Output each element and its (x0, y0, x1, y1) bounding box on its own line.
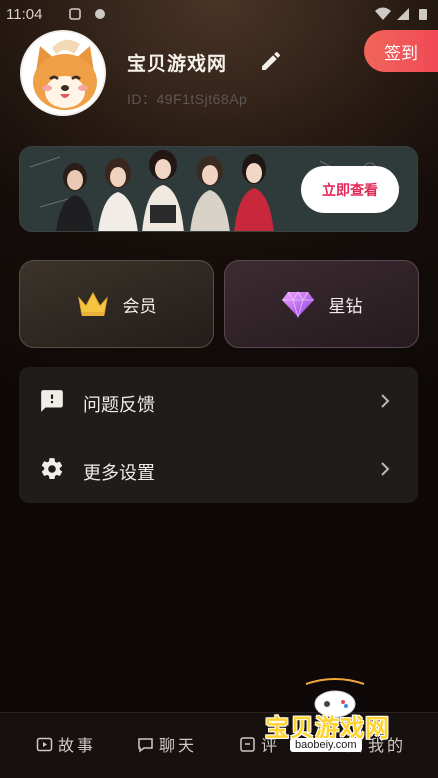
story-icon (36, 737, 53, 751)
tab-chat[interactable]: 聊天 (137, 731, 197, 757)
wifi-icon (375, 7, 391, 20)
chevron-right-icon (381, 394, 390, 408)
app-notification-icon (95, 9, 105, 19)
settings-menu: 问题反馈 更多设置 (19, 367, 418, 503)
menu-item-settings[interactable]: 更多设置 (19, 435, 418, 503)
tab-story[interactable]: 故事 (36, 731, 96, 757)
chat-icon (138, 737, 153, 752)
diamond-icon (281, 291, 314, 318)
member-label: 会员 (122, 296, 157, 317)
checkin-label: 签到 (384, 43, 418, 64)
status-time: 11:04 (6, 6, 43, 23)
battery-icon (419, 9, 427, 20)
diamond-card[interactable]: 星钻 (224, 260, 419, 348)
chevron-right-icon (381, 462, 390, 476)
view-now-button[interactable]: 立即查看 (301, 166, 399, 213)
status-bar: 11:04 (0, 0, 438, 30)
feedback-label: 问题反馈 (83, 395, 155, 416)
view-now-label: 立即查看 (322, 182, 378, 199)
diamond-label: 星钻 (328, 296, 363, 317)
notification-icon (69, 8, 81, 20)
username: 宝贝游戏网 (127, 53, 228, 75)
checkin-button[interactable]: 签到 (364, 30, 438, 72)
signal-icon (397, 8, 409, 20)
crown-icon (77, 291, 108, 316)
feedback-icon (41, 390, 63, 412)
promo-banner[interactable]: 立即查看 (19, 146, 418, 232)
settings-icon (41, 458, 63, 480)
avatar[interactable] (20, 30, 106, 116)
tab-story-label: 故事 (58, 736, 97, 755)
edit-pencil-icon[interactable] (259, 49, 283, 73)
shiba-avatar-icon (22, 32, 104, 114)
watermark: 宝贝游戏网 baobeiy.com (262, 678, 412, 758)
member-card[interactable]: 会员 (19, 260, 214, 348)
settings-label: 更多设置 (83, 463, 155, 484)
watermark-url: baobeiy.com (290, 738, 362, 752)
comment-icon (240, 736, 255, 752)
user-id: ID：49F1tSjt68Ap (127, 91, 248, 107)
menu-item-feedback[interactable]: 问题反馈 (19, 367, 418, 435)
tab-chat-label: 聊天 (159, 736, 198, 755)
